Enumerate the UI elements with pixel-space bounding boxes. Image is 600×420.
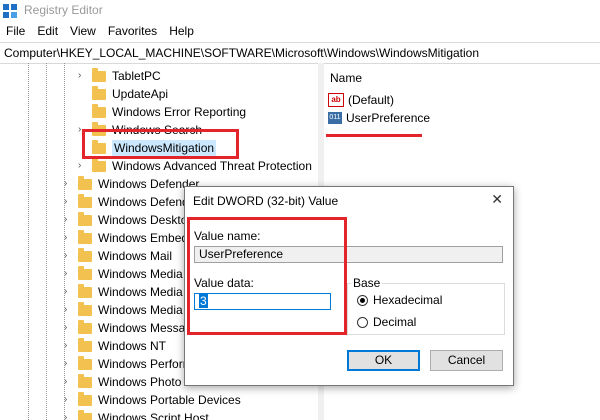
chevron-right-icon[interactable]: › [78, 71, 86, 81]
chevron-right-icon[interactable]: › [64, 341, 72, 351]
column-header-name[interactable]: Name [330, 71, 362, 85]
folder-icon [92, 157, 106, 172]
menu-file[interactable]: File [0, 22, 31, 42]
folder-icon [92, 103, 106, 118]
tree-item-label: Windows Mail [98, 249, 173, 263]
chevron-right-icon[interactable]: › [64, 197, 72, 207]
folder-icon [78, 301, 92, 316]
tree-item-windows-atp[interactable]: › Windows Advanced Threat Protection [78, 157, 312, 175]
chevron-right-icon[interactable]: › [64, 305, 72, 315]
annotation-box-dialog [187, 217, 347, 335]
chevron-right-icon[interactable]: › [64, 215, 72, 225]
tree-item-windows-mail[interactable]: › Windows Mail [64, 247, 172, 265]
folder-icon [78, 229, 92, 244]
folder-icon [78, 355, 92, 370]
registry-icon [3, 4, 17, 18]
chevron-right-icon[interactable]: › [64, 269, 72, 279]
folder-icon [92, 67, 106, 82]
tree-item-windows-defender[interactable]: › Windows Defender [64, 175, 199, 193]
chevron-right-icon[interactable]: › [64, 377, 72, 387]
tree-item-tabletpc[interactable]: › TabletPC [78, 67, 161, 85]
tree-item-label: Windows Script Host [98, 411, 209, 420]
chevron-right-icon[interactable]: › [78, 161, 86, 171]
chevron-right-icon[interactable]: › [64, 287, 72, 297]
folder-icon [78, 283, 92, 298]
tree-item-windows-script-host[interactable]: › Windows Script Host [64, 409, 209, 420]
window-title: Registry Editor [24, 3, 103, 17]
annotation-underline [326, 134, 422, 137]
cancel-button[interactable]: Cancel [430, 350, 503, 371]
dialog-title: Edit DWORD (32-bit) Value [193, 194, 339, 208]
tree-item-label: Windows Portable Devices [98, 393, 241, 407]
radio-unchecked-icon[interactable] [357, 316, 368, 328]
radio-label: Decimal [373, 315, 417, 329]
folder-icon [92, 85, 106, 100]
chevron-right-icon[interactable]: › [64, 179, 72, 189]
close-icon[interactable]: ✕ [491, 191, 503, 208]
folder-icon [78, 409, 92, 420]
tree-guide-line [46, 63, 47, 420]
value-name: UserPreference [346, 111, 431, 125]
chevron-right-icon[interactable]: › [64, 323, 72, 333]
value-name: (Default) [348, 93, 395, 107]
annotation-box-tree [82, 129, 239, 159]
folder-icon [78, 337, 92, 352]
tree-item-windows-nt[interactable]: › Windows NT [64, 337, 166, 355]
value-row-default[interactable]: ab (Default) [328, 91, 394, 109]
tree-item-label: Windows Advanced Threat Protection [112, 159, 312, 173]
chevron-right-icon[interactable]: › [64, 359, 72, 369]
dword-icon: 011 [328, 112, 342, 124]
address-bar[interactable]: Computer\HKEY_LOCAL_MACHINE\SOFTWARE\Mic… [0, 42, 600, 64]
menu-favorites[interactable]: Favorites [102, 22, 163, 42]
chevron-right-icon[interactable]: › [64, 233, 72, 243]
value-row-userpreference[interactable]: 011 UserPreference [328, 109, 430, 127]
menu-help[interactable]: Help [163, 22, 200, 42]
menu-bar: File Edit View Favorites Help [0, 22, 600, 42]
tree-item-label: TabletPC [112, 69, 161, 83]
folder-icon [78, 247, 92, 262]
tree-item-label: Windows Error Reporting [112, 105, 247, 119]
folder-icon [78, 211, 92, 226]
radio-hexadecimal[interactable]: Hexadecimal [357, 293, 442, 307]
folder-icon [78, 391, 92, 406]
tree-item-label: UpdateApi [112, 87, 169, 101]
ab-string-icon: ab [328, 93, 344, 107]
folder-icon [78, 319, 92, 334]
folder-icon [78, 265, 92, 280]
ok-button[interactable]: OK [347, 350, 420, 371]
tree-guide-line [28, 63, 29, 420]
tree-item-updateapi[interactable]: UpdateApi [92, 85, 168, 103]
radio-label: Hexadecimal [373, 293, 443, 307]
tree-item-windows-portable-devices[interactable]: › Windows Portable Devices [64, 391, 241, 409]
radio-decimal[interactable]: Decimal [357, 315, 416, 329]
chevron-right-icon[interactable]: › [64, 251, 72, 261]
menu-edit[interactable]: Edit [31, 22, 64, 42]
title-bar: Registry Editor [0, 0, 600, 22]
folder-icon [78, 193, 92, 208]
folder-icon [78, 373, 92, 388]
menu-view[interactable]: View [64, 22, 102, 42]
base-label: Base [351, 276, 383, 290]
chevron-right-icon[interactable]: › [64, 413, 72, 420]
tree-item-label: Windows NT [98, 339, 167, 353]
radio-checked-icon[interactable] [357, 294, 368, 306]
chevron-right-icon[interactable]: › [64, 395, 72, 405]
tree-item-windows-error-reporting[interactable]: Windows Error Reporting [92, 103, 246, 121]
address-path[interactable]: Computer\HKEY_LOCAL_MACHINE\SOFTWARE\Mic… [4, 46, 479, 60]
folder-icon [78, 175, 92, 190]
